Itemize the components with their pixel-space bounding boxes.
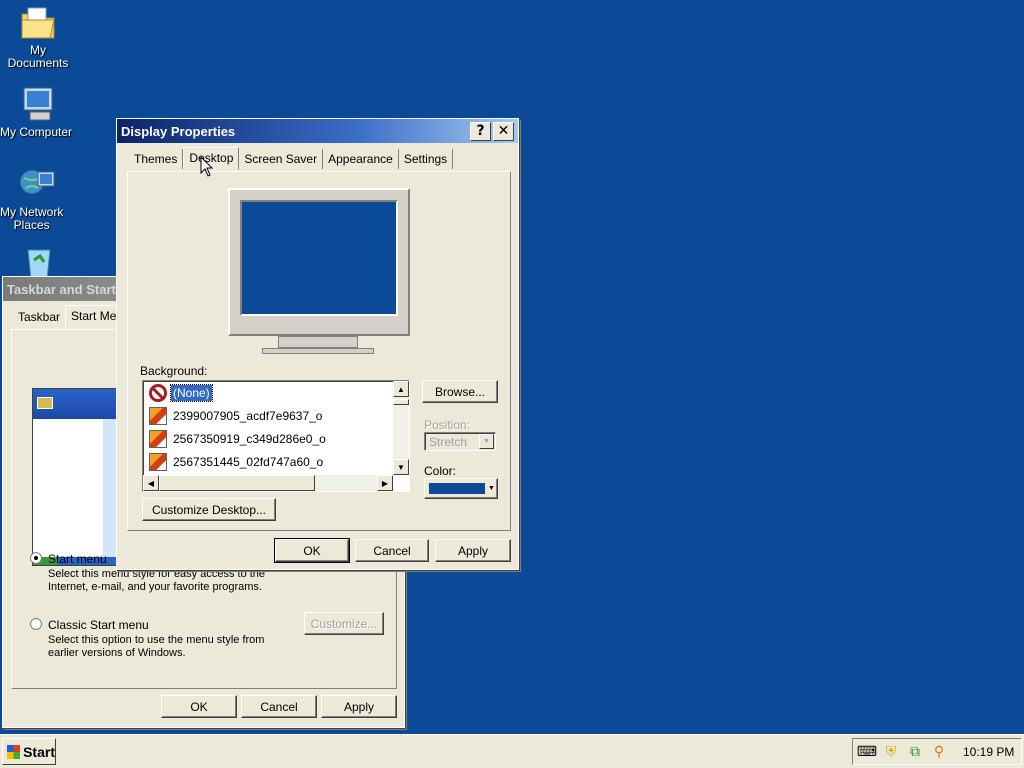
cancel-button[interactable]: Cancel bbox=[355, 539, 429, 562]
tab-taskbar[interactable]: Taskbar bbox=[13, 307, 65, 327]
desktop-icon-label: My Network Places bbox=[0, 205, 64, 232]
display-properties-titlebar[interactable]: Display Properties ? ✕ bbox=[117, 119, 518, 143]
desktop-icon-my-network-places[interactable]: My Network Places bbox=[0, 164, 76, 232]
desktop-icon-my-documents[interactable]: My Documents bbox=[0, 2, 76, 70]
ok-button[interactable]: OK bbox=[161, 695, 237, 718]
window-title: Display Properties bbox=[121, 123, 236, 139]
scroll-thumb[interactable] bbox=[159, 475, 315, 491]
vertical-scrollbar[interactable]: ▲ ▼ bbox=[393, 381, 409, 475]
scroll-down-arrow-icon[interactable]: ▼ bbox=[393, 459, 409, 475]
image-file-icon bbox=[149, 429, 167, 448]
computer-icon bbox=[18, 84, 58, 124]
classic-option-desc: Select this option to use the menu style… bbox=[48, 634, 265, 659]
display-properties-window[interactable]: Display Properties ? ✕ Themes Desktop Sc… bbox=[116, 118, 519, 570]
color-swatch bbox=[429, 483, 485, 494]
classic-option-label: Classic Start menu bbox=[48, 618, 149, 632]
start-menu-preview-image bbox=[32, 388, 128, 566]
browse-button[interactable]: Browse... bbox=[422, 380, 498, 403]
chevron-down-icon: ▼ bbox=[488, 485, 495, 492]
background-label: Background: bbox=[140, 364, 208, 378]
search-icon[interactable]: ⚲ bbox=[929, 743, 949, 761]
apply-button[interactable]: Apply bbox=[435, 539, 511, 562]
background-item[interactable]: 2399007905_acdf7e9637_o bbox=[143, 404, 409, 427]
windows-logo-icon bbox=[7, 744, 21, 759]
start-label: Start bbox=[23, 743, 55, 760]
start-menu-option-label: Start menu bbox=[48, 552, 107, 566]
chevron-down-icon: ▼ bbox=[479, 434, 494, 449]
none-icon bbox=[149, 383, 167, 402]
classic-start-menu-radio[interactable] bbox=[30, 618, 42, 630]
help-button[interactable]: ? bbox=[470, 121, 491, 141]
mouse-cursor-icon bbox=[200, 156, 214, 177]
background-listbox[interactable]: (None) 2399007905_acdf7e9637_o 256735091… bbox=[142, 380, 410, 492]
tab-themes[interactable]: Themes bbox=[129, 149, 184, 169]
position-label: Position: bbox=[424, 418, 471, 432]
taskbar: Start ⌨ ⛨ ⧉ ⚲ 10:19 PM bbox=[0, 734, 1024, 768]
desktop-icon-my-computer[interactable]: My Computer bbox=[0, 84, 76, 139]
tab-appearance[interactable]: Appearance bbox=[323, 149, 399, 169]
scroll-thumb[interactable] bbox=[393, 399, 409, 405]
network-icon bbox=[18, 164, 58, 204]
start-menu-radio[interactable] bbox=[30, 552, 42, 564]
background-item[interactable]: 2567350919_c349d286e0_o bbox=[143, 427, 409, 450]
desktop-icon-label: My Documents bbox=[7, 43, 69, 70]
network-icon[interactable]: ⧉ bbox=[905, 743, 925, 761]
cancel-button[interactable]: Cancel bbox=[241, 695, 317, 718]
scroll-up-arrow-icon[interactable]: ▲ bbox=[393, 381, 409, 397]
customize-button[interactable]: Customize... bbox=[304, 612, 384, 635]
display-properties-tabs: Themes Desktop Screen Saver Appearance S… bbox=[117, 143, 518, 171]
tab-settings[interactable]: Settings bbox=[399, 149, 454, 169]
clock[interactable]: 10:19 PM bbox=[963, 745, 1014, 759]
scroll-right-arrow-icon[interactable]: ▶ bbox=[377, 475, 393, 491]
start-button[interactable]: Start bbox=[2, 738, 56, 765]
scroll-left-arrow-icon[interactable]: ◀ bbox=[143, 475, 159, 491]
image-file-icon bbox=[149, 452, 167, 471]
position-value: Stretch bbox=[429, 434, 468, 449]
security-shield-icon[interactable]: ⛨ bbox=[881, 743, 901, 761]
position-dropdown[interactable]: Stretch ▼ bbox=[424, 432, 496, 451]
keyboard-icon[interactable]: ⌨ bbox=[857, 743, 877, 761]
system-tray: ⌨ ⛨ ⧉ ⚲ 10:19 PM bbox=[852, 738, 1022, 765]
background-item-none[interactable]: (None) bbox=[143, 381, 409, 404]
customize-desktop-button[interactable]: Customize Desktop... bbox=[142, 498, 276, 521]
color-picker-button[interactable]: ▼ bbox=[424, 478, 498, 499]
image-file-icon bbox=[149, 406, 167, 425]
apply-button[interactable]: Apply bbox=[321, 695, 397, 718]
start-menu-option-desc: Select this menu style for easy access t… bbox=[48, 568, 266, 593]
folder-icon bbox=[18, 2, 58, 42]
ok-button[interactable]: OK bbox=[274, 538, 350, 563]
tab-screen-saver[interactable]: Screen Saver bbox=[239, 149, 324, 169]
horizontal-scrollbar[interactable]: ◀ ▶ bbox=[143, 475, 393, 491]
color-label: Color: bbox=[424, 464, 457, 478]
desktop-icon-label: My Computer bbox=[0, 125, 73, 139]
close-button[interactable]: ✕ bbox=[493, 121, 514, 141]
desktop-panel: Background: (None) 2399007905_acdf7e9637… bbox=[127, 171, 511, 531]
background-item[interactable]: 2567351445_02fd747a60_o bbox=[143, 450, 409, 473]
